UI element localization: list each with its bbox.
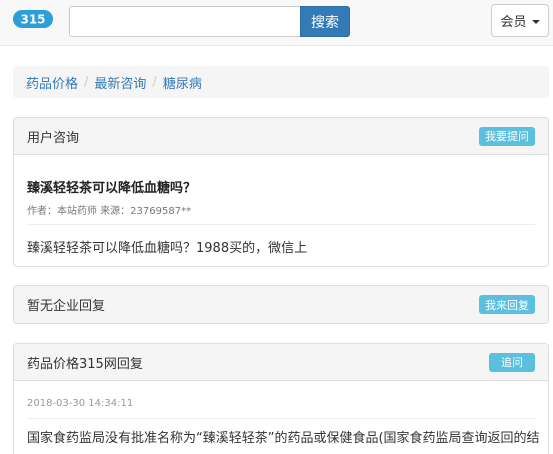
- panel-title: 用户咨询: [27, 130, 80, 146]
- site-reply-heading: 药品价格315网回复 追问: [14, 344, 548, 381]
- member-dropdown-button[interactable]: 会员: [491, 4, 549, 37]
- reply-text: 国家食药监局没有批准名称为“臻溪轻轻茶”的药品或保健食品(国家食药监局查询返回的…: [27, 431, 540, 446]
- member-label: 会员: [500, 15, 527, 30]
- breadcrumb-link-drug-price[interactable]: 药品价格: [26, 73, 78, 92]
- panel-title: 暂无企业回复: [27, 299, 106, 314]
- logo-text: 315: [20, 13, 45, 27]
- reply-button[interactable]: 我来回复: [479, 295, 535, 314]
- company-reply-panel: 暂无企业回复 我来回复: [13, 285, 549, 324]
- chevron-down-icon: [531, 19, 540, 24]
- panel-title: 药品价格315网回复: [27, 356, 143, 372]
- search-button[interactable]: 搜索: [300, 6, 350, 37]
- reply-date: 2018-03-30 14:34:11: [27, 398, 134, 409]
- divider: [27, 418, 535, 419]
- ask-question-button[interactable]: 我要提问: [479, 126, 535, 146]
- question-body: 臻溪轻轻茶可以降低血糖吗？1988买的，微信上: [27, 241, 308, 256]
- breadcrumb: 药品价格 / 最新咨询 / 糖尿病: [13, 66, 549, 98]
- question-title: 臻溪轻轻茶可以降低血糖吗？: [27, 181, 197, 196]
- user-consult-panel: 用户咨询 我要提问 臻溪轻轻茶可以降低血糖吗？ 作者：本站药师 来源：23769…: [13, 117, 549, 267]
- divider: [27, 224, 535, 225]
- breadcrumb-separator: /: [84, 74, 89, 90]
- breadcrumb-link-latest-consult[interactable]: 最新咨询: [94, 73, 146, 92]
- question-meta: 作者：本站药师 来源：23769587**: [27, 206, 192, 217]
- user-consult-heading: 用户咨询 我要提问: [14, 118, 548, 155]
- follow-up-button[interactable]: 追问: [489, 352, 535, 372]
- site-reply-panel: 药品价格315网回复 追问 2018-03-30 14:34:11 国家食药监局…: [13, 343, 549, 454]
- top-navbar: 315 搜索 会员: [0, 0, 553, 46]
- breadcrumb-separator: /: [152, 74, 157, 90]
- breadcrumb-link-diabetes[interactable]: 糖尿病: [163, 73, 202, 92]
- search-input[interactable]: [69, 6, 301, 37]
- company-reply-heading: 暂无企业回复 我来回复: [14, 286, 548, 323]
- site-logo[interactable]: 315: [13, 10, 53, 28]
